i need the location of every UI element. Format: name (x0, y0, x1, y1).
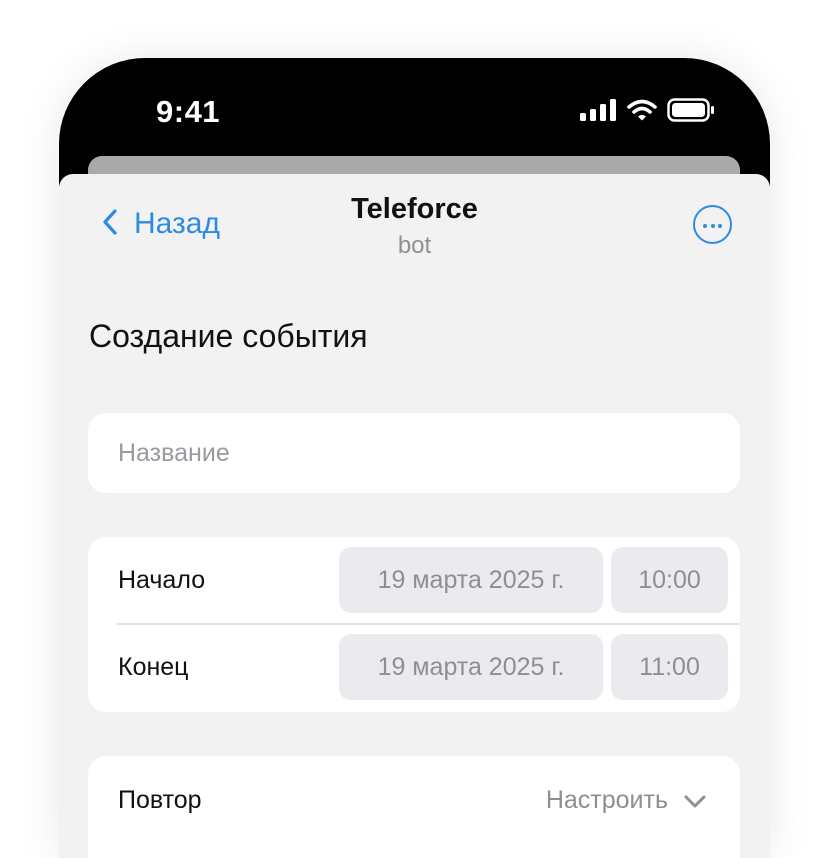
event-name-input[interactable] (88, 413, 740, 493)
more-dot (710, 223, 715, 228)
end-label: Конец (118, 653, 189, 681)
wifi-icon (627, 99, 657, 126)
end-time-picker[interactable]: 11:00 (611, 634, 728, 700)
status-time: 9:41 (156, 94, 221, 129)
more-dot (718, 223, 722, 228)
dates-card: Начало 19 марта 2025 г. 10:00 Конец 19 м… (88, 537, 740, 712)
end-date-picker[interactable]: 19 марта 2025 г. (339, 634, 603, 700)
repeat-label: Повтор (118, 786, 202, 814)
start-time-picker[interactable]: 10:00 (611, 547, 728, 613)
start-date-picker[interactable]: 19 марта 2025 г. (339, 547, 603, 613)
repeat-dropdown[interactable]: Настроить (546, 786, 706, 815)
status-icons (580, 98, 715, 127)
signal-icon (580, 99, 616, 126)
page-title: Создание события (89, 318, 368, 354)
nav-subtitle: bot (397, 232, 432, 259)
battery-icon (667, 98, 715, 127)
status-bar: 9:41 (59, 58, 770, 158)
phone-frame: 9:41 Назад Teleforce bot Создание событи… (59, 58, 770, 858)
start-label: Начало (118, 566, 206, 594)
more-icon[interactable] (693, 205, 732, 244)
name-card (88, 413, 740, 493)
start-row: Начало 19 марта 2025 г. 10:00 (88, 537, 740, 625)
modal-sheet: Назад Teleforce bot Создание события Нач… (59, 174, 770, 858)
repeat-value: Настроить (545, 786, 668, 814)
nav-title: Teleforce (351, 193, 478, 225)
chevron-down-icon (684, 786, 706, 815)
end-row: Конец 19 марта 2025 г. 11:00 (88, 624, 740, 711)
more-dot (703, 223, 707, 228)
repeat-card: Повтор Настроить (88, 756, 740, 858)
